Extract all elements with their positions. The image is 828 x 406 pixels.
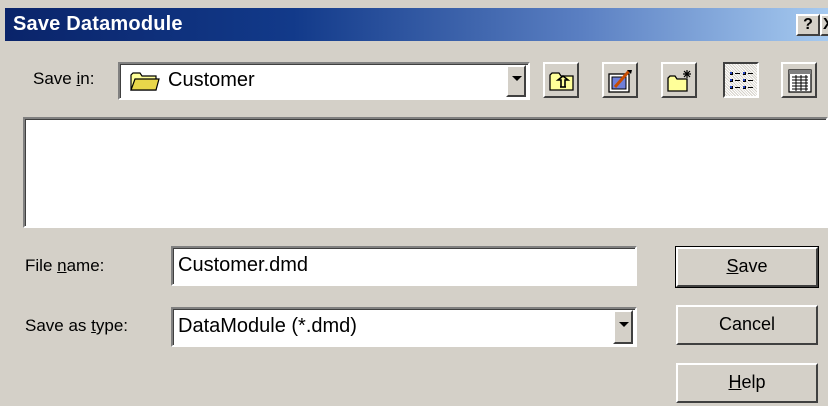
save-as-type-dropdown-button[interactable]	[613, 310, 633, 344]
file-name-label-prefix: File	[25, 256, 58, 275]
chevron-down-icon	[512, 76, 522, 81]
save-button-label: ave	[738, 256, 768, 276]
help-button-mnemonic: H	[728, 372, 742, 392]
file-name-value: Customer.dmd	[178, 254, 309, 276]
save-in-dropdown-button[interactable]	[506, 65, 526, 97]
help-button[interactable]: Help	[676, 363, 818, 403]
save-in-value: Customer	[168, 69, 255, 91]
save-button[interactable]: Save	[675, 246, 819, 288]
file-name-label-suffix: ame:	[66, 256, 105, 275]
list-view-icon	[729, 69, 755, 98]
save-datamodule-dialog: Save Datamodule ? X Save in: Customer	[0, 0, 828, 406]
save-in-label-prefix: Save	[33, 69, 77, 88]
save-as-type-select[interactable]: DataModule (*.dmd)	[171, 307, 637, 347]
create-new-folder-icon	[666, 68, 694, 99]
save-as-type-label-prefix: Save as	[25, 316, 92, 335]
title-bar[interactable]: Save Datamodule ? X	[5, 8, 828, 41]
details-view-icon	[788, 69, 812, 98]
close-title-button[interactable]: X	[820, 14, 828, 36]
details-view-button[interactable]	[781, 62, 817, 98]
file-name-input[interactable]: Customer.dmd	[171, 246, 637, 286]
cancel-button[interactable]: Cancel	[676, 305, 818, 345]
desktop-button[interactable]	[602, 62, 638, 98]
window-title: Save Datamodule	[13, 13, 183, 35]
file-list-view[interactable]	[23, 117, 828, 228]
save-as-type-label-suffix: ype:	[95, 316, 129, 335]
desktop-icon	[607, 68, 635, 99]
create-new-folder-button[interactable]	[661, 62, 697, 98]
save-in-combo[interactable]: Customer	[118, 62, 530, 100]
file-name-label: File name:	[25, 256, 104, 276]
chevron-down-icon	[619, 322, 629, 327]
folder-icon	[130, 70, 160, 97]
up-one-level-button[interactable]	[543, 62, 579, 98]
list-view-button[interactable]	[723, 62, 759, 98]
file-name-label-mnemonic: n	[57, 256, 67, 275]
help-title-button[interactable]: ?	[796, 14, 820, 36]
save-in-label-suffix: n:	[80, 69, 95, 88]
save-as-type-label: Save as type:	[25, 316, 128, 336]
save-as-type-value: DataModule (*.dmd)	[178, 315, 357, 337]
save-in-label: Save in:	[33, 69, 94, 89]
save-button-mnemonic: S	[726, 256, 739, 276]
up-one-level-icon	[548, 69, 576, 98]
help-button-label: elp	[741, 372, 766, 392]
